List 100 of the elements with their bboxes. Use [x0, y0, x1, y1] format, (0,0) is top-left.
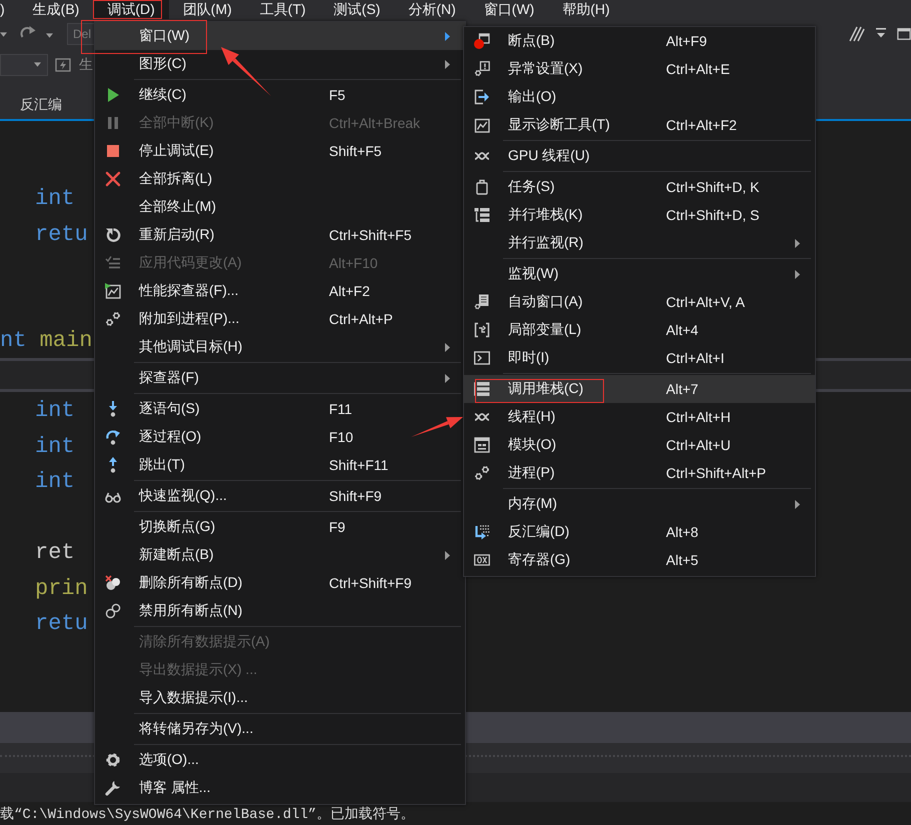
hex-box-icon	[474, 552, 490, 568]
shortcut-text: Shift+F5	[329, 143, 383, 159]
menu-item[interactable]: 线程(H) Ctrl+Alt+H	[464, 403, 815, 431]
checklist-icon	[105, 255, 121, 271]
terminal-icon	[474, 350, 490, 366]
menu-item[interactable]: 图形(C)	[95, 50, 465, 78]
menu-item[interactable]: 窗口(W)	[95, 22, 465, 50]
shortcut-text: Ctrl+Alt+Break	[329, 115, 422, 131]
caret-icon[interactable]	[0, 32, 7, 36]
menu-item[interactable]: 反汇编(D) Alt+8	[464, 518, 815, 546]
caret-icon[interactable]	[46, 33, 53, 38]
menu-item[interactable]: GPU 线程(U)	[464, 142, 815, 170]
box-arrow-icon	[474, 89, 490, 105]
menu-item[interactable]: 停止调试(E) Shift+F5	[95, 137, 465, 165]
toolbar-button[interactable]: 生	[55, 56, 93, 74]
submenu-arrow-icon	[444, 342, 450, 352]
menu-item[interactable]: 新建断点(B)	[95, 541, 465, 569]
x-mark-icon	[105, 171, 121, 187]
menu-item[interactable]: 内存(M)	[464, 490, 815, 518]
menu-item[interactable]: 任务(S) Ctrl+Shift+D, K	[464, 173, 815, 201]
code-text: int	[35, 469, 75, 494]
list-arrow-icon	[474, 524, 490, 540]
menu-item[interactable]: 自动窗口(A) Ctrl+Alt+V, A	[464, 288, 815, 316]
menu-item[interactable]: 全部拆离(L)	[95, 165, 465, 193]
menu-item[interactable]: 性能探查器(F)... Alt+F2	[95, 277, 465, 305]
shortcut-text: Ctrl+Shift+D, K	[666, 179, 760, 195]
menu-bar-item[interactable]: 生成(B)	[18, 0, 94, 19]
menu-item[interactable]: 显示诊断工具(T) Ctrl+Alt+F2	[464, 111, 815, 139]
menu-item[interactable]: 快速监视(Q)... Shift+F9	[95, 482, 465, 510]
gears-icon	[105, 311, 121, 327]
submenu-arrow-icon	[444, 32, 450, 40]
shortcut-text: F11	[329, 401, 354, 417]
redo-icon[interactable]	[20, 24, 36, 40]
menu-item[interactable]: 调用堆栈(C) Alt+7	[464, 375, 815, 403]
shortcut-text: Alt+F10	[329, 255, 379, 271]
menu-item[interactable]: 跳出(T) Shift+F11	[95, 451, 465, 479]
menu-bar-item[interactable]: )	[0, 0, 19, 19]
menu-bar-item[interactable]: 帮助(H)	[548, 0, 624, 19]
menu-bar-item[interactable]: 调试(D)	[93, 0, 169, 19]
menu-item[interactable]: 禁用所有断点(N)	[95, 597, 465, 625]
menu-item[interactable]: 并行堆栈(K) Ctrl+Shift+D, S	[464, 201, 815, 229]
menu-item[interactable]: 监视(W)	[464, 260, 815, 288]
shortcut-text: F9	[329, 519, 346, 535]
menu-item[interactable]: 全部终止(M)	[95, 193, 465, 221]
menu-item[interactable]: 将转储另存为(V)...	[95, 715, 465, 743]
shortcut-text: Ctrl+Shift+Alt+P	[666, 465, 767, 481]
menu-item[interactable]: 继续(C) F5	[95, 81, 465, 109]
caret-icon[interactable]	[34, 62, 41, 67]
menu-item[interactable]: 删除所有断点(D) Ctrl+Shift+F9	[95, 569, 465, 597]
hatch-icon[interactable]	[849, 26, 865, 42]
shortcut-text: Alt+8	[666, 524, 700, 540]
document-tab[interactable]: 反汇编	[20, 96, 62, 113]
menu-item[interactable]: 其他调试目标(H)	[95, 333, 465, 361]
menu-bar-item[interactable]: 工具(T)	[246, 0, 320, 19]
circles-x-icon	[105, 575, 121, 591]
shortcut-text: Alt+F2	[329, 283, 371, 299]
menu-item[interactable]: 重新启动(R) Ctrl+Shift+F5	[95, 221, 465, 249]
menu-bar-item[interactable]: 测试(S)	[320, 0, 394, 19]
menu-item[interactable]: 导入数据提示(I)...	[95, 684, 465, 712]
code-text: nt	[0, 328, 26, 353]
shortcut-text: Alt+5	[666, 552, 700, 568]
lightning-box-icon	[55, 56, 71, 72]
menu-item[interactable]: 异常设置(X) Ctrl+Alt+E	[464, 55, 815, 83]
menu-item[interactable]: 切换断点(G) F9	[95, 513, 465, 541]
menu-item[interactable]: 断点(B) Alt+F9	[464, 27, 815, 55]
menu-item[interactable]: 即时(I) Ctrl+Alt+I	[464, 344, 815, 372]
menu-item[interactable]: 进程(P) Ctrl+Shift+Alt+P	[464, 459, 815, 487]
settings-icon	[105, 752, 121, 768]
code-text: ret	[35, 540, 75, 565]
menu-item[interactable]: 逐过程(O) F10	[95, 423, 465, 451]
menu-item[interactable]: 局部变量(L) Alt+4	[464, 316, 815, 344]
code-text: main	[40, 328, 92, 353]
shortcut-text: Ctrl+Alt+F2	[666, 117, 738, 133]
menu-item[interactable]: 逐语句(S) F11	[95, 395, 465, 423]
menu-item[interactable]: 寄存器(G) Alt+5	[464, 546, 815, 574]
menu-item[interactable]: 附加到进程(P)... Ctrl+Alt+P	[95, 305, 465, 333]
panel-icon[interactable]	[897, 26, 911, 42]
menu-item[interactable]: 选项(O)...	[95, 746, 465, 774]
wrench-icon	[105, 780, 121, 796]
menu-item[interactable]: 探查器(F)	[95, 364, 465, 392]
shortcut-text: Ctrl+Shift+F9	[329, 575, 412, 591]
menu-item[interactable]: 模块(O) Ctrl+Alt+U	[464, 431, 815, 459]
shortcut-text: Ctrl+Alt+V, A	[666, 294, 746, 310]
menu-item[interactable]: 博客 属性...	[95, 774, 465, 802]
shortcut-text: Ctrl+Shift+D, S	[666, 207, 760, 223]
circles-icon	[105, 603, 121, 619]
code-text: retu	[35, 611, 88, 636]
shortcut-text: Alt+7	[666, 381, 700, 397]
menu-bar-item[interactable]: 窗口(W)	[470, 0, 548, 19]
shortcut-text: Shift+F11	[329, 457, 390, 473]
stop-icon	[105, 143, 121, 159]
brackets-icon	[474, 322, 490, 338]
chart-icon	[474, 117, 490, 133]
menu-item[interactable]: 并行监视(R)	[464, 229, 815, 257]
menu-item[interactable]: 输出(O)	[464, 83, 815, 111]
code-text: int	[35, 186, 75, 211]
menu-bar-item[interactable]: 分析(N)	[394, 0, 470, 19]
code-text: prin	[35, 576, 88, 600]
menu-bar-item[interactable]: 团队(M)	[168, 0, 246, 19]
shortcut-text: Alt+4	[666, 322, 700, 338]
